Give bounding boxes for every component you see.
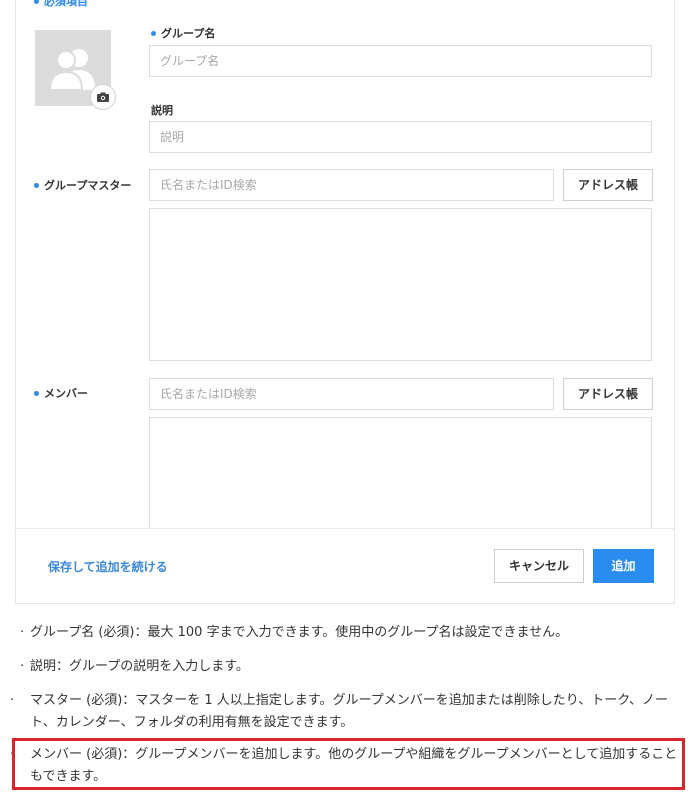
- camera-icon: [97, 92, 109, 102]
- note-description: · 説明：グループの説明を入力します。: [20, 659, 249, 674]
- required-note: 必須項目: [34, 0, 88, 9]
- group-avatar-icon: [49, 49, 95, 91]
- save-continue-link[interactable]: 保存して追加を続ける: [48, 559, 168, 575]
- member-list-box[interactable]: [149, 417, 652, 528]
- group-name-input[interactable]: グループ名: [149, 45, 652, 77]
- member-label: メンバー: [34, 387, 88, 401]
- group-name-label: グループ名: [151, 27, 215, 41]
- description-label: 説明: [151, 104, 173, 117]
- cancel-button[interactable]: キャンセル: [494, 549, 584, 583]
- change-photo-button[interactable]: [90, 84, 116, 110]
- master-list-box[interactable]: [149, 208, 652, 361]
- group-master-label: グループマスター: [34, 179, 131, 193]
- required-dot: [34, 390, 39, 396]
- footer-divider: [15, 528, 675, 529]
- master-search-input[interactable]: 氏名またはID検索: [149, 169, 554, 201]
- highlight-box: [12, 738, 685, 790]
- add-button[interactable]: 追加: [593, 549, 654, 583]
- note-master: · マスター (必須)：マスターを 1 人以上指定します。グループメンバーを追加ま…: [10, 693, 669, 730]
- member-address-book-button[interactable]: アドレス帳: [563, 378, 653, 410]
- member-search-input[interactable]: 氏名またはID検索: [149, 378, 554, 410]
- master-address-book-button[interactable]: アドレス帳: [563, 169, 653, 201]
- note-group-name: · グループ名 (必須)：最大 100 字まで入力できます。使用中のグループ名は設…: [20, 625, 569, 640]
- description-input[interactable]: 説明: [149, 121, 652, 153]
- required-dot: [34, 182, 39, 188]
- required-dot: [151, 30, 156, 36]
- required-note-text: 必須項目: [44, 0, 88, 8]
- required-dot: [34, 0, 39, 4]
